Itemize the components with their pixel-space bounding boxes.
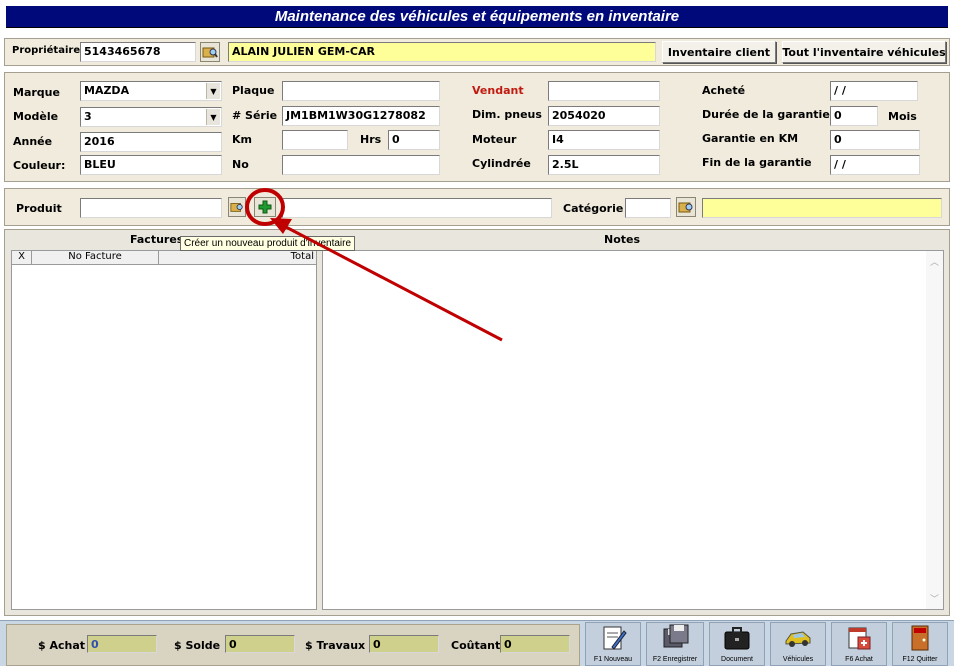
quit-button-label: F12 Quitter	[902, 656, 938, 663]
annotation-arrow-head	[270, 218, 292, 234]
annotation-arrow-line	[283, 224, 503, 342]
travaux-label: $ Travaux	[305, 639, 366, 652]
purchase-button[interactable]: F6 Achat	[831, 622, 887, 666]
achat-label: $ Achat	[38, 639, 86, 652]
new-button[interactable]: F1 Nouveau	[585, 622, 641, 666]
new-document-icon	[596, 623, 630, 653]
save-button-label: F2 Enregistrer	[652, 656, 698, 663]
quit-button[interactable]: F12 Quitter	[892, 622, 948, 666]
document-button-label: Document	[721, 656, 753, 663]
briefcase-icon	[720, 623, 754, 653]
coutant-total-field: 0	[500, 635, 570, 653]
new-button-label: F1 Nouveau	[593, 656, 633, 663]
save-disk-icon	[658, 623, 692, 653]
vehicles-button[interactable]: Véhicules	[770, 622, 826, 666]
coutant-label: Coûtant	[451, 639, 501, 652]
solde-total-field: 0	[225, 635, 295, 653]
exit-door-icon	[903, 623, 937, 653]
purchase-calendar-icon	[842, 623, 876, 653]
travaux-total-field: 0	[369, 635, 439, 653]
car-icon	[781, 623, 815, 653]
achat-total-field: 0	[87, 635, 157, 653]
purchase-button-label: F6 Achat	[845, 656, 873, 663]
save-button[interactable]: F2 Enregistrer	[646, 622, 704, 666]
solde-label: $ Solde	[174, 639, 221, 652]
vehicles-button-label: Véhicules	[782, 656, 814, 663]
annotation-overlay	[245, 188, 503, 342]
document-button[interactable]: Document	[709, 622, 765, 666]
